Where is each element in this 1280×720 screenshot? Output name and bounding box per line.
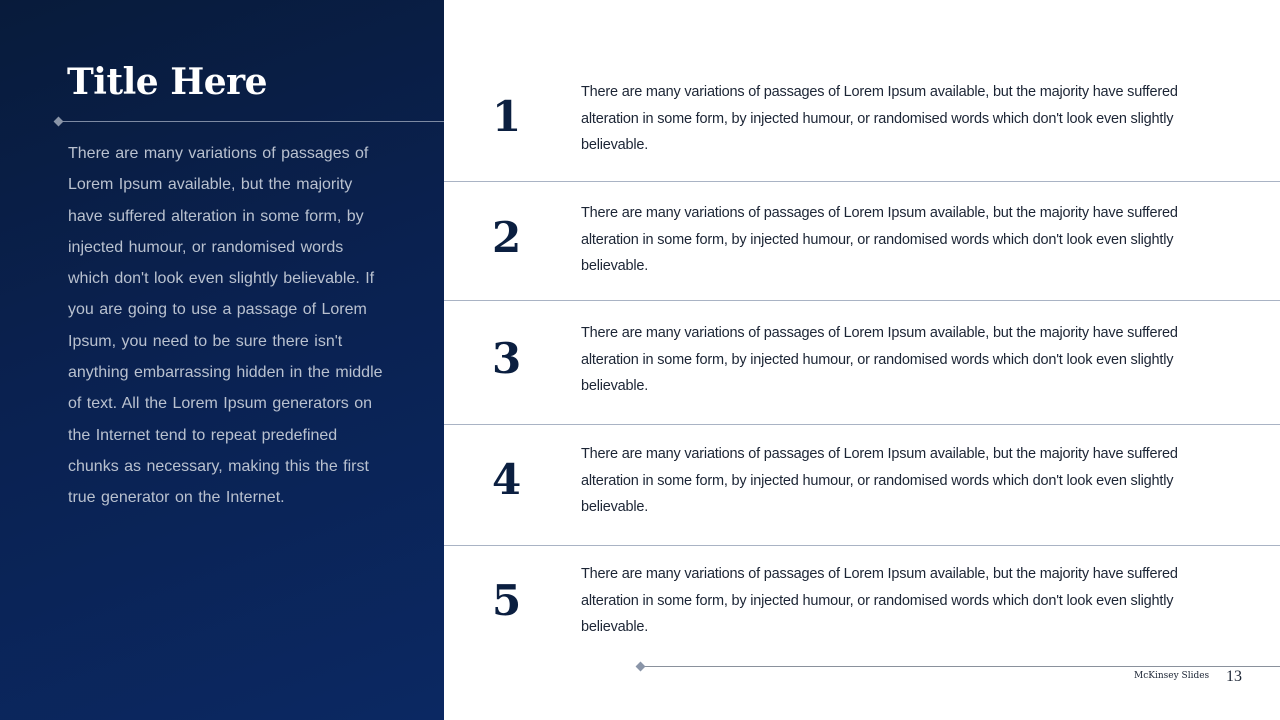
diamond-icon [635,661,646,672]
list-item: 2 There are many variations of passages … [444,190,1280,300]
list-item: 1 There are many variations of passages … [444,70,1280,180]
item-number: 1 [492,92,522,141]
list-item: 5 There are many variations of passages … [444,550,1280,660]
page-number: 13 [1226,668,1242,685]
item-number: 3 [492,334,522,383]
list-item: 3 There are many variations of passages … [444,310,1280,420]
slide: Title Here There are many variations of … [0,0,1280,720]
title-divider [53,116,444,127]
footer-brand: McKinsey Slides [1134,671,1210,681]
item-text: There are many variations of passages of… [581,325,1178,394]
item-number: 4 [492,455,522,504]
item-number: 5 [492,576,522,625]
item-text: There are many variations of passages of… [581,446,1178,515]
item-text: There are many variations of passages of… [581,566,1178,635]
item-number: 2 [492,213,522,262]
row-divider [444,300,1280,301]
left-panel: Title Here There are many variations of … [0,0,444,720]
row-divider [444,181,1280,182]
intro-paragraph: There are many variations of passages of… [68,145,383,507]
diamond-icon [53,116,64,127]
item-text: There are many variations of passages of… [581,84,1178,153]
item-text: There are many variations of passages of… [581,205,1178,274]
slide-title: Title Here [67,61,268,103]
footer-divider [635,661,1280,672]
row-divider [444,545,1280,546]
row-divider [444,424,1280,425]
list-item: 4 There are many variations of passages … [444,430,1280,540]
